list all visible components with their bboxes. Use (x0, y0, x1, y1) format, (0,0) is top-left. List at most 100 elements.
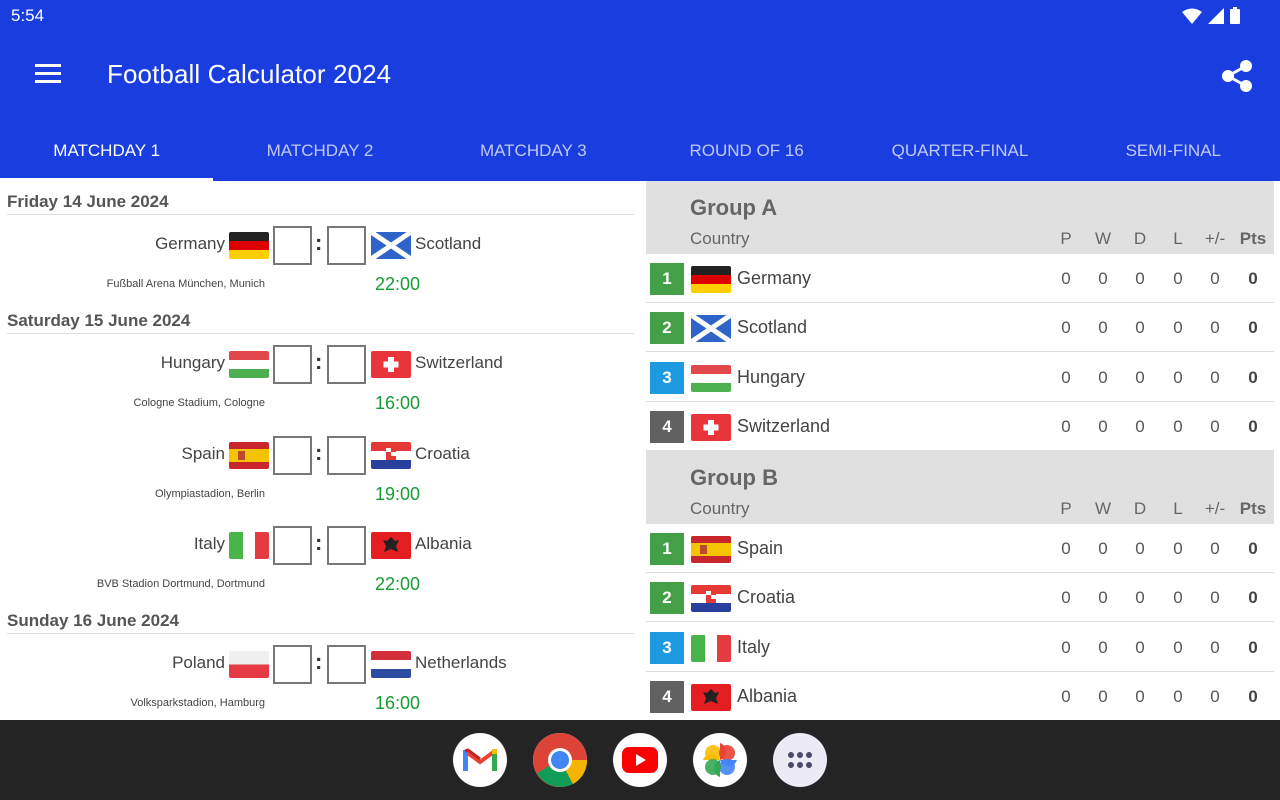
group-header: Group A Country P W D L +/- Pts (646, 181, 1274, 254)
col-d: D (1133, 229, 1147, 248)
cell-l: 0 (1173, 318, 1183, 338)
cell-gd: 0 (1210, 416, 1220, 436)
col-p: P (1060, 499, 1072, 518)
match-venue: Cologne Stadium, Cologne (133, 397, 265, 409)
home-score-input[interactable] (273, 645, 312, 684)
match-time: 22:00 (375, 574, 421, 594)
standings-row[interactable]: 4 Albania 0 0 0 0 0 0 (646, 672, 1274, 720)
home-score-input[interactable] (273, 226, 312, 265)
germany-flag-icon (229, 232, 269, 259)
chrome-icon[interactable] (533, 733, 587, 787)
away-team-name: Switzerland (415, 353, 503, 372)
standings-row[interactable]: 1 Germany 0 0 0 0 0 0 (646, 254, 1274, 303)
cell-w: 0 (1098, 269, 1108, 288)
cell-d: 0 (1135, 367, 1145, 387)
col-w: W (1094, 229, 1112, 248)
youtube-icon[interactable] (613, 733, 667, 787)
cell-w: 0 (1098, 539, 1108, 558)
away-team-name: Scotland (415, 234, 482, 253)
rank-badge: 3 (650, 361, 684, 394)
rank-badge: 2 (650, 582, 684, 615)
day-header: Saturday 15 June 2024 (7, 300, 634, 334)
away-score-input[interactable] (327, 436, 366, 475)
tab-semi-final[interactable]: SEMI-FINAL (1067, 120, 1280, 181)
app-drawer-icon[interactable] (773, 733, 827, 787)
col-l: L (1173, 499, 1183, 518)
menu-icon[interactable] (35, 64, 61, 84)
switzerland-flag-icon (371, 351, 411, 378)
home-team-name: Poland (172, 653, 225, 672)
cell-pts: 0 (1248, 269, 1258, 288)
status-icons (1182, 7, 1240, 24)
tab-matchday-1[interactable]: MATCHDAY 1 (0, 120, 214, 181)
standings-row[interactable]: 1 Spain 0 0 0 0 0 0 (646, 524, 1274, 573)
cell-pts: 0 (1248, 318, 1258, 338)
cell-p: 0 (1061, 686, 1071, 706)
hungary-flag-icon (691, 364, 731, 392)
match-row: Germany : Scotland Fußball Arena München… (0, 224, 646, 304)
match-row: Poland : Netherlands Volksparkstadion, H… (0, 643, 646, 720)
photos-icon[interactable] (693, 733, 747, 787)
away-score-input[interactable] (327, 645, 366, 684)
day-header: Sunday 16 June 2024 (7, 600, 634, 634)
cell-l: 0 (1173, 637, 1183, 657)
cell-l: 0 (1173, 269, 1183, 288)
standings-row[interactable]: 4 Switzerland 0 0 0 0 0 0 (646, 402, 1274, 451)
match-venue: BVB Stadion Dortmund, Dortmund (96, 578, 265, 590)
cell-pts: 0 (1248, 416, 1258, 436)
cell-d: 0 (1135, 416, 1145, 436)
status-time: 5:54 (11, 6, 45, 25)
share-icon[interactable] (1219, 58, 1255, 94)
scotland-flag-icon (691, 315, 731, 343)
tab-matchday-3[interactable]: MATCHDAY 3 (427, 120, 640, 181)
score-separator: : (315, 530, 323, 555)
croatia-flag-icon (691, 585, 731, 613)
rank-badge: 1 (650, 263, 684, 295)
signal-icon (1208, 7, 1224, 24)
home-score-input[interactable] (273, 436, 312, 475)
team-name: Germany (737, 268, 812, 288)
gmail-icon[interactable] (453, 733, 507, 787)
away-score-input[interactable] (327, 526, 366, 565)
match-row: Italy : Albania BVB Stadion Dortmund, Do… (0, 524, 646, 604)
match-row: Hungary : Switzerland Cologne Stadium, C… (0, 343, 646, 423)
standings-row[interactable]: 2 Croatia 0 0 0 0 0 0 (646, 573, 1274, 623)
cell-w: 0 (1098, 686, 1108, 706)
tab-quarter-final[interactable]: QUARTER-FINAL (853, 120, 1066, 181)
tab-round-of-16[interactable]: ROUND OF 16 (640, 120, 853, 181)
away-score-input[interactable] (327, 226, 366, 265)
cell-gd: 0 (1210, 637, 1220, 657)
taskbar-dock (0, 720, 1280, 800)
cell-d: 0 (1135, 588, 1145, 608)
battery-icon (1230, 7, 1240, 24)
cell-w: 0 (1098, 416, 1108, 436)
home-score-input[interactable] (273, 526, 312, 565)
cell-d: 0 (1135, 637, 1145, 657)
home-team-name: Germany (155, 234, 225, 253)
home-team-name: Spain (181, 444, 225, 463)
cell-gd: 0 (1210, 539, 1220, 558)
standings-row[interactable]: 3 Hungary 0 0 0 0 0 0 (646, 353, 1274, 402)
group-header: Group B Country P W D L +/- Pts (646, 451, 1274, 524)
match-venue: Volksparkstadion, Hamburg (130, 697, 265, 709)
cell-p: 0 (1061, 269, 1071, 288)
group-b-table: Group B Country P W D L +/- Pts 1 Spain 0 0 0 0 0 0 … (646, 451, 1280, 720)
home-score-input[interactable] (273, 345, 312, 384)
standings-row[interactable]: 3 Italy 0 0 0 0 0 0 (646, 623, 1274, 672)
team-name: Italy (737, 636, 771, 657)
cell-pts: 0 (1248, 539, 1258, 558)
away-score-input[interactable] (327, 345, 366, 384)
match-time: 16:00 (375, 393, 421, 413)
poland-flag-icon (229, 651, 269, 678)
team-name: Albania (737, 685, 798, 706)
wifi-icon (1182, 8, 1202, 24)
cell-p: 0 (1061, 318, 1071, 338)
cell-l: 0 (1173, 416, 1183, 436)
cell-gd: 0 (1210, 367, 1220, 387)
standings-row[interactable]: 2 Scotland 0 0 0 0 0 0 (646, 303, 1274, 353)
cell-l: 0 (1173, 539, 1183, 558)
home-team-name: Italy (193, 534, 225, 553)
netherlands-flag-icon (371, 651, 411, 678)
away-team-name: Netherlands (415, 653, 507, 672)
tab-matchday-2[interactable]: MATCHDAY 2 (213, 120, 426, 181)
